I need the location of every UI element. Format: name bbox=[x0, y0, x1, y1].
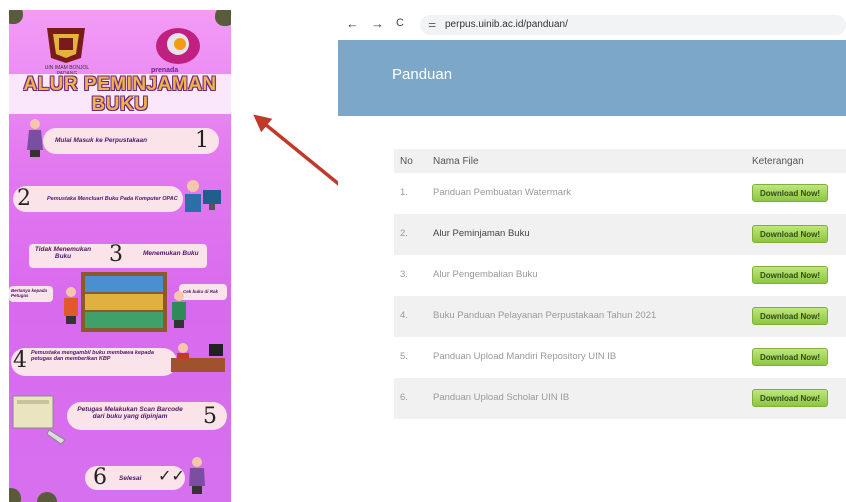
table-row: 2. Alur Peminjaman Buku Download Now! bbox=[394, 214, 846, 255]
step-5-text: Petugas Melakukan Scan Barcode dari buku… bbox=[77, 406, 183, 420]
step-4-text: Pemustaka mengambil buku membawa kepada … bbox=[31, 350, 154, 362]
step-1-text: Mulai Masuk ke Perpustakaan bbox=[55, 137, 148, 144]
row-number: 4. bbox=[400, 310, 408, 321]
step-6-text: Selesai bbox=[119, 475, 142, 482]
corner-leaf bbox=[215, 10, 231, 26]
url-text[interactable]: perpus.uinib.ac.id/panduan/ bbox=[445, 19, 568, 30]
book-scanner-icon bbox=[12, 395, 66, 445]
file-name: Panduan Pembuatan Watermark bbox=[433, 187, 572, 198]
site-settings-icon[interactable]: ⚌ bbox=[428, 19, 436, 30]
prenada-logo-icon bbox=[156, 28, 200, 64]
bookshelf-icon bbox=[81, 272, 167, 332]
step-5-number: 5 bbox=[203, 404, 217, 429]
header-name: Nama File bbox=[433, 156, 479, 167]
download-button[interactable]: Download Now! bbox=[752, 389, 828, 407]
address-bar: ← → C ⚌ perpus.uinib.ac.id/panduan/ bbox=[338, 12, 846, 38]
poster-title: ALUR PEMINJAMAN bbox=[23, 74, 217, 95]
file-name: Panduan Upload Mandiri Repository UIN IB bbox=[433, 351, 617, 362]
page-header-banner: Panduan bbox=[338, 40, 846, 116]
student-figure-icon bbox=[172, 291, 186, 328]
computer-user-icon bbox=[185, 180, 221, 212]
table-row: 4. Buku Panduan Pelayanan Perpustakaan T… bbox=[394, 296, 846, 337]
step-3-number: 3 bbox=[109, 242, 123, 267]
step-2-number: 2 bbox=[17, 186, 31, 211]
branch-not-found-title: Tidak Menemukan Buku bbox=[34, 246, 92, 260]
download-button[interactable]: Download Now! bbox=[752, 348, 828, 366]
row-number: 6. bbox=[400, 392, 408, 403]
student-figure-icon bbox=[64, 287, 78, 324]
corner-leaf bbox=[9, 488, 21, 502]
download-button[interactable]: Download Now! bbox=[752, 225, 828, 243]
corner-leaf bbox=[37, 492, 57, 502]
branch-found-title: Menemukan Buku bbox=[143, 250, 199, 257]
row-number: 1. bbox=[400, 187, 408, 198]
reload-icon[interactable]: C bbox=[396, 17, 404, 29]
done-check-icon: ✓✓ bbox=[158, 468, 185, 485]
university-logo-icon bbox=[47, 28, 85, 63]
infographic-poster: UIN IMAM BONJOL PADANG prenada ALUR PEMI… bbox=[9, 10, 231, 502]
file-name: Alur Peminjaman Buku bbox=[433, 228, 530, 239]
step-4-number: 4 bbox=[13, 348, 27, 373]
row-number: 2. bbox=[400, 228, 408, 239]
poster-title-second-line: BUKU bbox=[91, 94, 149, 115]
back-arrow-icon[interactable]: ← bbox=[346, 16, 359, 31]
table-row: 5. Panduan Upload Mandiri Repository UIN… bbox=[394, 337, 846, 378]
corner-leaf bbox=[9, 10, 23, 24]
step-6-number: 6 bbox=[93, 465, 107, 490]
forward-arrow-icon[interactable]: → bbox=[371, 16, 384, 31]
file-name: Buku Panduan Pelayanan Perpustakaan Tahu… bbox=[433, 310, 657, 321]
download-button[interactable]: Download Now! bbox=[752, 184, 828, 202]
table-row: 1. Panduan Pembuatan Watermark Download … bbox=[394, 173, 846, 214]
student-figure-icon bbox=[189, 457, 205, 494]
row-number: 5. bbox=[400, 351, 408, 362]
row-number: 3. bbox=[400, 269, 408, 280]
table-header-row: No Nama File Keterangan bbox=[394, 149, 846, 173]
file-name: Alur Pengembalian Buku bbox=[433, 269, 538, 280]
table-row: 6. Panduan Upload Scholar UIN IB Downloa… bbox=[394, 378, 846, 419]
step-2-text: Pemustaka Mencluari Buku Pada Komputer O… bbox=[47, 196, 178, 202]
download-button[interactable]: Download Now! bbox=[752, 307, 828, 325]
header-info: Keterangan bbox=[752, 156, 804, 167]
library-desk-icon bbox=[171, 343, 225, 372]
header-no: No bbox=[400, 156, 413, 167]
prenada-logo-caption: prenada bbox=[151, 67, 179, 74]
step-1-number: 1 bbox=[195, 128, 209, 153]
download-button[interactable]: Download Now! bbox=[752, 266, 828, 284]
browser-window: ← → C ⚌ perpus.uinib.ac.id/panduan/ Pand… bbox=[338, 12, 846, 432]
student-figure-icon bbox=[27, 119, 43, 157]
file-name: Panduan Upload Scholar UIN IB bbox=[433, 392, 570, 403]
page-title: Panduan bbox=[392, 66, 453, 83]
ask-staff-note: Bertanya kepada Petugas bbox=[11, 288, 48, 298]
table-row: 3. Alur Pengembalian Buku Download Now! bbox=[394, 255, 846, 296]
